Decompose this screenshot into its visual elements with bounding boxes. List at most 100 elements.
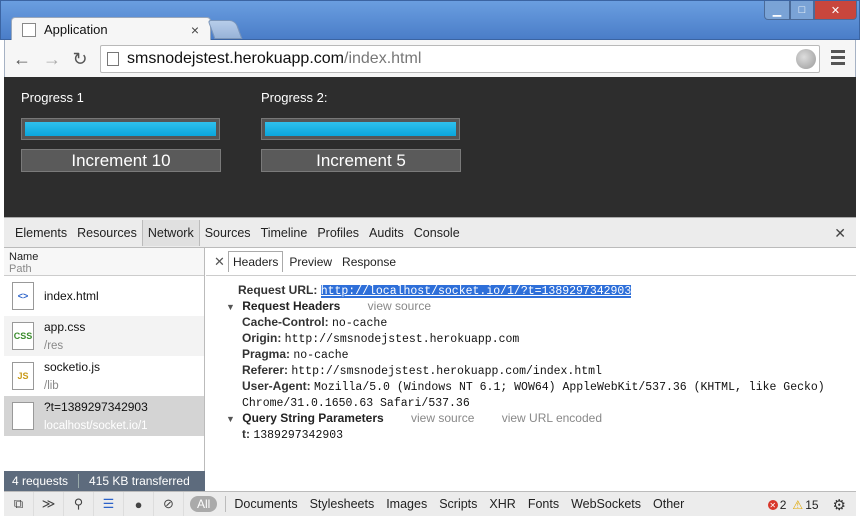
request-headers-section[interactable]: ▼ Request Headers view source [226,298,856,314]
css-file-icon: CSS [12,322,34,350]
progress-1-bar [21,118,220,140]
js-file-icon: JS [12,362,34,390]
tab-audits[interactable]: Audits [364,220,409,246]
new-tab-button[interactable] [207,20,243,39]
globe-icon[interactable] [796,49,816,69]
network-status-bar: 4 requests 415 KB transferred [4,471,205,491]
gear-icon[interactable]: ⚙ [833,496,846,514]
tab-response[interactable]: Response [338,252,400,272]
view-source-link[interactable]: view source [411,411,474,425]
record-icon[interactable]: ● [124,492,154,516]
filter-stylesheets[interactable]: Stylesheets [310,497,375,511]
view-source-link[interactable]: view source [368,299,431,313]
filter-other[interactable]: Other [653,497,684,511]
progress-2-fill [265,122,456,136]
header-key: Pragma: [242,347,291,361]
dock-toggle-icon[interactable]: ⧉ [4,492,34,516]
request-url-value[interactable]: http://localhost/socket.io/1/?t=13892973… [320,285,632,298]
request-detail: ✕ Headers Preview Response Request URL: … [206,248,856,491]
list-item[interactable]: JS socketio.js /lib [4,356,204,396]
list-item[interactable]: <> index.html [4,276,204,316]
chrome-menu-icon[interactable] [831,50,845,68]
console-drawer-icon[interactable]: ≫ [34,492,64,516]
header-key: User-Agent: [242,379,311,393]
close-detail-icon[interactable]: ✕ [214,254,225,270]
warning-icon: ⚠ [792,498,804,512]
list-view-icon[interactable]: ☰ [94,492,124,516]
address-bar[interactable]: smsnodejstest.herokuapp.com /index.html … [100,45,820,73]
tab-profiles[interactable]: Profiles [312,220,364,246]
search-icon[interactable]: ⚲ [64,492,94,516]
tab-elements[interactable]: Elements [10,220,72,246]
tab-network[interactable]: Network [141,219,200,246]
header-value: http://smsnodejstest.herokuapp.com [284,333,520,346]
reload-icon[interactable]: ↻ [69,48,91,70]
filter-fonts[interactable]: Fonts [528,497,559,511]
list-item-selected[interactable]: ?t=1389297342903 localhost/socket.io/1 [4,396,204,436]
query-params-list: t: 1389297342903 [226,426,856,442]
devtools-panel: Elements Resources Network Sources Timel… [4,217,856,516]
expand-triangle-icon: ▼ [226,414,235,424]
list-item[interactable]: CSS app.css /res [4,316,204,356]
clear-icon[interactable]: ⊘ [154,492,184,516]
tab-console[interactable]: Console [409,220,465,246]
tab-sources[interactable]: Sources [200,220,256,246]
request-list: Name Path <> index.html CSS app.css /res… [4,248,205,488]
view-url-encoded-link[interactable]: view URL encoded [502,411,602,425]
document-file-icon [12,402,34,430]
html-file-icon: <> [12,282,34,310]
request-headers-list: Cache-Control: no-cache Origin: http://s… [226,314,856,410]
request-path: /lib [44,380,59,392]
warning-count: 15 [805,498,819,512]
tab-timeline[interactable]: Timeline [256,220,313,246]
tab-preview[interactable]: Preview [285,252,336,272]
tab-resources[interactable]: Resources [72,220,142,246]
request-name: app.css [44,320,86,334]
request-name: ?t=1389297342903 [44,400,148,414]
progress-1-label: Progress 1 [21,90,84,105]
increment-10-button[interactable]: Increment 10 [21,149,221,172]
window-titlebar: Application × ▁ □ ✕ [0,0,860,41]
header-value: http://smsnodejstest.herokuapp.com/index… [291,365,602,378]
header-key: Referer: [242,363,289,377]
minimize-button[interactable]: ▁ [764,1,790,20]
param-value: 1389297342903 [253,429,344,442]
filter-all[interactable]: All [190,496,218,512]
transferred-size: 415 KB transferred [89,474,190,488]
network-filter-bar: ⧉ ≫ ⚲ ☰ ● ⊘ All Documents Stylesheets Im… [4,491,856,516]
request-headers-title: Request Headers [242,299,341,313]
filter-documents[interactable]: Documents [234,497,297,511]
maximize-button[interactable]: □ [790,1,814,20]
tab-headers[interactable]: Headers [228,251,284,272]
request-url-label: Request URL: [238,283,318,297]
column-path: Path [9,263,32,275]
browser-tab-active[interactable]: Application × [11,17,211,41]
url-host: smsnodejstest.herokuapp.com [127,50,344,67]
filter-xhr[interactable]: XHR [489,497,515,511]
tab-close-icon[interactable]: × [186,22,204,38]
back-arrow-icon[interactable]: ← [11,48,33,70]
query-string-title: Query String Parameters [242,411,384,425]
filter-images[interactable]: Images [386,497,427,511]
url-path: /index.html [344,50,422,67]
filter-websockets[interactable]: WebSockets [571,497,641,511]
console-counters[interactable]: ✕ 2 ⚠ 15 ⚙ [767,496,846,514]
close-window-button[interactable]: ✕ [814,1,857,20]
devtools-close-icon[interactable]: ✕ [834,225,846,242]
browser-toolbar: ← → ↻ smsnodejstest.herokuapp.com /index… [4,40,856,77]
expand-triangle-icon: ▼ [226,302,235,312]
request-list-header[interactable]: Name Path [4,248,204,276]
error-count: 2 [779,498,787,512]
request-count: 4 requests [12,474,69,488]
query-string-section[interactable]: ▼ Query String Parameters view source vi… [226,410,856,426]
progress-2-label: Progress 2: [261,90,328,105]
error-icon: ✕ [767,500,778,510]
forward-arrow-icon[interactable]: → [41,48,63,70]
filter-scripts[interactable]: Scripts [439,497,477,511]
column-name: Name [9,251,39,263]
page-icon [107,52,119,66]
request-name: socketio.js [44,360,101,374]
header-value: no-cache [332,317,388,330]
header-value: Mozilla/5.0 (Windows NT 6.1; WOW64) Appl… [314,381,825,394]
increment-5-button[interactable]: Increment 5 [261,149,461,172]
